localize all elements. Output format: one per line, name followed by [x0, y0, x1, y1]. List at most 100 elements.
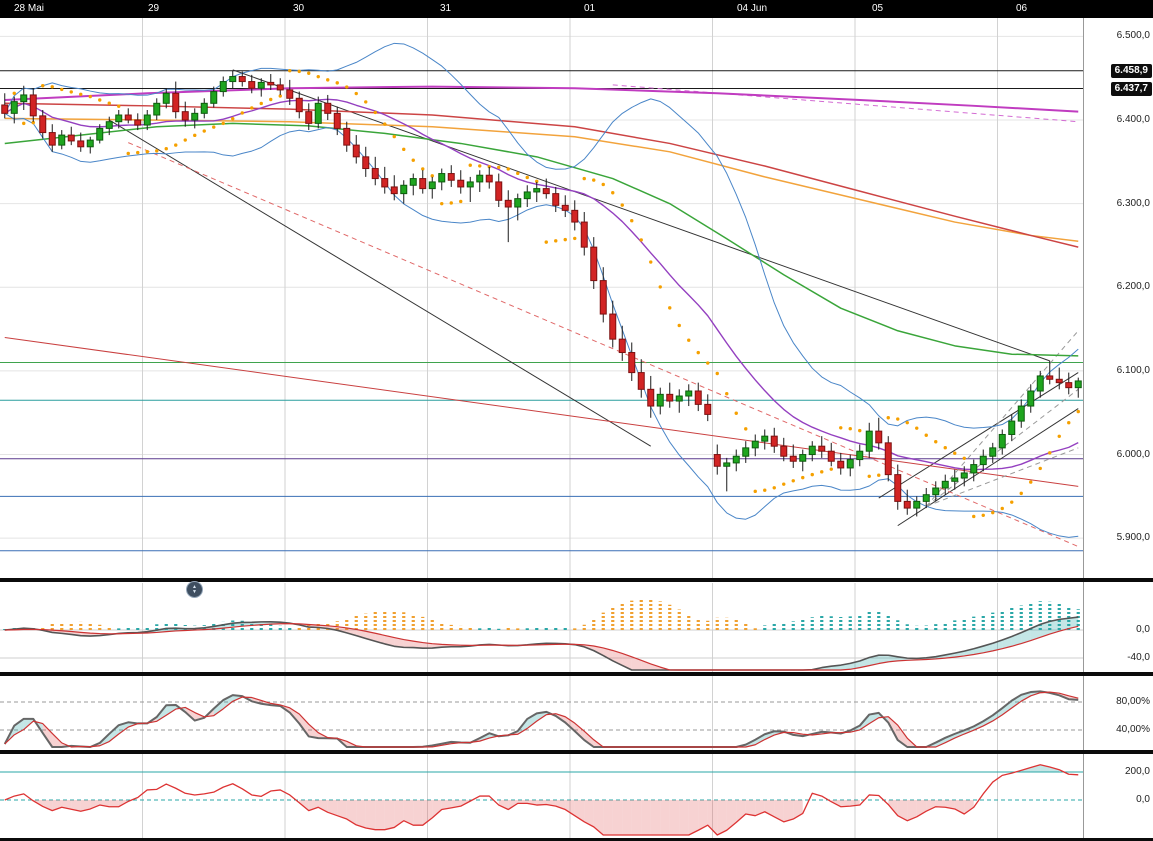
macd-axis-label: 0,0 [1136, 624, 1150, 635]
candle [181, 111, 189, 121]
down-arrow-icon: ▼ [192, 588, 197, 595]
candle [295, 97, 303, 113]
candle [913, 500, 921, 509]
candle [1074, 380, 1082, 389]
price-chart[interactable] [0, 18, 1083, 580]
chart-window: 28 Mai 29 30 31 01 04 Jun 05 06 ▲ ▼ 6.500,0 6.40… [0, 0, 1153, 841]
candle [685, 390, 693, 397]
stochastic-panel[interactable] [0, 676, 1083, 750]
panel-divider-2[interactable] [0, 672, 1153, 676]
candle [884, 442, 892, 476]
candle [457, 179, 465, 188]
candle [447, 173, 455, 181]
candle [419, 178, 427, 190]
candle [894, 474, 902, 502]
trendline [612, 84, 1079, 123]
candle [172, 92, 180, 113]
candle [485, 174, 493, 183]
candle [267, 81, 275, 86]
candle [210, 91, 218, 104]
candle [666, 393, 674, 402]
candle [466, 181, 474, 188]
candle [324, 102, 332, 114]
candle [799, 454, 807, 462]
price-axis-label: 6.100,0 [1116, 364, 1150, 376]
candle [808, 445, 816, 456]
candle [400, 184, 408, 195]
candle [115, 114, 123, 123]
panel-divider-3[interactable] [0, 750, 1153, 754]
candle [10, 101, 18, 114]
candle [1036, 375, 1044, 392]
candle [561, 204, 569, 211]
candle [837, 460, 845, 469]
candle [856, 450, 864, 461]
momentum-panel[interactable] [0, 754, 1083, 838]
candle [1027, 390, 1035, 407]
candle [732, 455, 740, 464]
candle [704, 403, 712, 415]
sma20-line [4, 98, 1079, 471]
candle [352, 144, 360, 158]
candle [428, 181, 436, 190]
candle [86, 139, 94, 148]
candle [542, 188, 550, 195]
candle [770, 435, 778, 447]
candle [751, 440, 759, 449]
trendline [926, 447, 1079, 507]
candle [77, 140, 85, 148]
candle [495, 181, 503, 201]
candle [552, 193, 560, 206]
candle [628, 352, 636, 374]
candle [960, 472, 968, 479]
price-tag: 6.437,7 [1110, 81, 1152, 96]
candle [143, 114, 151, 126]
candle [409, 178, 417, 186]
candle [618, 338, 626, 354]
price-axis[interactable]: 6.500,0 6.400,0 6.300,0 6.200,0 6.100,0 6.000… [1083, 18, 1153, 841]
macd-panel[interactable] [0, 583, 1083, 672]
candle [200, 102, 208, 114]
candle [713, 454, 721, 467]
candle [922, 494, 930, 502]
candle [599, 280, 607, 315]
candle [153, 102, 161, 116]
candle [48, 132, 56, 146]
candle [694, 390, 702, 405]
candle [438, 173, 446, 183]
candle [229, 76, 237, 83]
parabolic-sar-dots [12, 68, 1080, 519]
candle [865, 430, 873, 452]
candle [789, 455, 797, 462]
stoch-axis-label: 80,00% [1116, 696, 1150, 707]
candle [1055, 378, 1063, 384]
candle [305, 111, 313, 124]
candle [846, 459, 854, 469]
candle [580, 221, 588, 248]
candle [381, 178, 389, 188]
candle [989, 447, 997, 457]
price-axis-label: 6.200,0 [1116, 281, 1150, 293]
price-axis-label: 6.400,0 [1116, 114, 1150, 126]
candle [333, 112, 341, 129]
panel-divider-1[interactable] [0, 578, 1153, 582]
candle [96, 127, 104, 141]
candle [343, 127, 351, 146]
price-axis-label: 6.300,0 [1116, 197, 1150, 209]
macd-axis-label: -40,0 [1127, 652, 1150, 663]
panel-collapse-button[interactable]: ▲ ▼ [186, 581, 203, 598]
candle [58, 134, 66, 146]
candle [780, 445, 788, 457]
candle [514, 198, 522, 208]
candle [248, 81, 256, 89]
date-label: 05 [872, 3, 884, 14]
candle [1008, 420, 1016, 435]
candle [827, 450, 835, 462]
candle [533, 188, 541, 193]
ma-red-long [4, 102, 1079, 248]
candle [979, 455, 987, 466]
candle [286, 89, 294, 99]
candle [571, 209, 579, 223]
candle [257, 81, 265, 89]
candle [162, 92, 170, 104]
